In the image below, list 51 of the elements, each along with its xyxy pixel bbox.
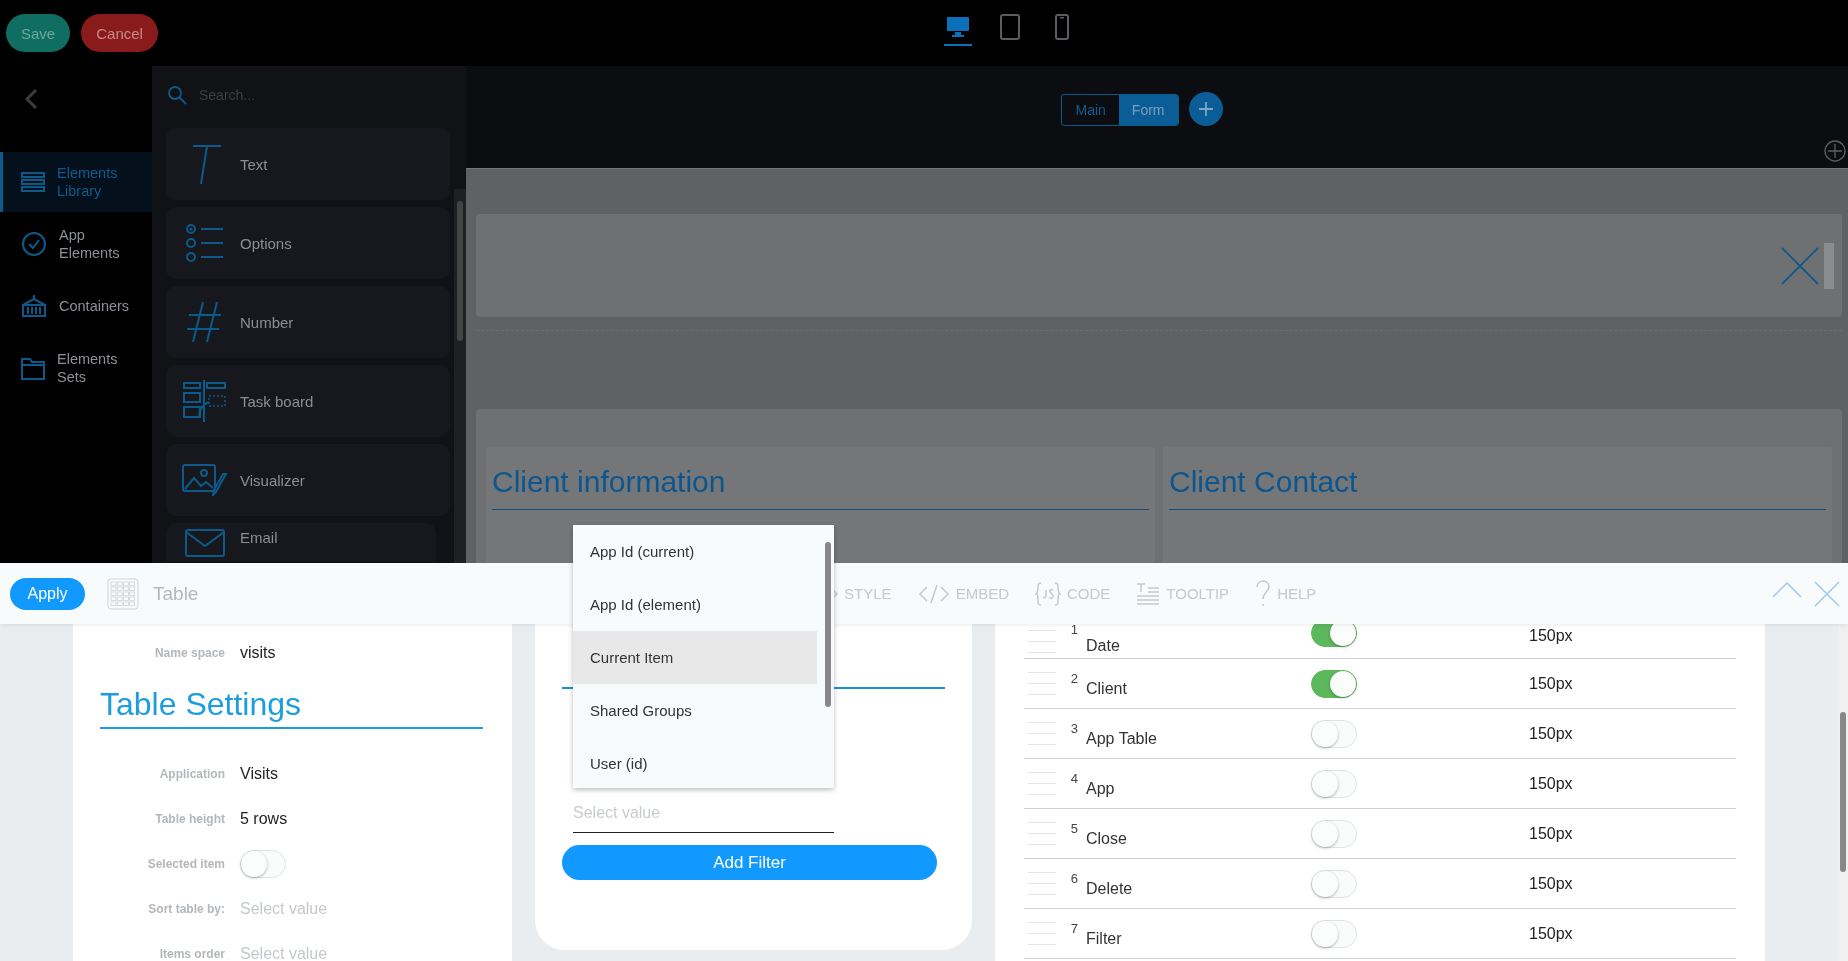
field-value: Visits	[240, 764, 278, 783]
row-number: 4	[1069, 771, 1078, 786]
section-title: Client information	[492, 465, 1149, 510]
nav-item[interactable]: Containers	[0, 276, 152, 336]
element-card[interactable]: Options	[166, 207, 450, 279]
dropdown-option[interactable]: Shared Groups	[573, 684, 817, 737]
column-width: 150px	[1529, 924, 1573, 943]
column-width: 150px	[1529, 627, 1573, 645]
dropdown-option[interactable]: App Id (current)	[573, 525, 817, 578]
column-name: Date	[1086, 636, 1121, 655]
dropdown-option[interactable]: App Id (element)	[573, 578, 817, 631]
row-number: 2	[1069, 671, 1078, 686]
row-number: 5	[1069, 821, 1078, 836]
dropdown-option[interactable]: User (id)	[573, 737, 817, 788]
column-name: Filter	[1086, 928, 1123, 948]
column-width: 150px	[1529, 724, 1573, 743]
apply-button[interactable]: Apply	[10, 577, 85, 610]
field-label: Table height	[154, 811, 226, 826]
element-card[interactable]: Number	[166, 286, 450, 358]
add-filter-button[interactable]: Add Filter	[562, 845, 937, 880]
element-card[interactable]: Email	[166, 523, 436, 561]
nav-item[interactable]: Elements Sets	[0, 338, 152, 398]
column-name: Delete	[1086, 878, 1134, 898]
element-card[interactable]: Visualizer	[166, 444, 450, 516]
field-value: visits	[240, 644, 276, 662]
element-card[interactable]: Task board	[166, 365, 450, 437]
row-number: 7	[1069, 921, 1078, 936]
field-label: Name space	[153, 646, 226, 660]
field-label: Sort table by:	[147, 901, 226, 916]
nav-item[interactable]: App Elements	[0, 214, 152, 274]
column-width: 150px	[1529, 874, 1573, 893]
cancel-button[interactable]: Cancel	[81, 14, 158, 52]
field-label: Items order	[158, 946, 226, 961]
column-width: 150px	[1529, 674, 1573, 693]
element-card[interactable]: Text	[166, 128, 450, 200]
column-name: Close	[1086, 828, 1128, 848]
field-label: Application	[158, 766, 226, 781]
column-name: Client	[1086, 678, 1128, 698]
column-width: 150px	[1529, 774, 1573, 793]
section-title: Client Contact	[1169, 465, 1826, 510]
field-value: 5 rows	[240, 809, 288, 828]
column-name: App Table	[1086, 728, 1158, 748]
element-type-label: Table	[153, 582, 199, 605]
row-number: 6	[1069, 871, 1078, 886]
column-width: 150px	[1529, 824, 1573, 843]
column-name: App	[1086, 778, 1116, 798]
row-number: 1	[1069, 624, 1078, 637]
field-label: Selected item	[146, 856, 226, 871]
dropdown-option[interactable]: Current Item	[573, 631, 817, 684]
row-number: 3	[1069, 721, 1078, 736]
section-heading: Table Settings	[100, 686, 483, 729]
